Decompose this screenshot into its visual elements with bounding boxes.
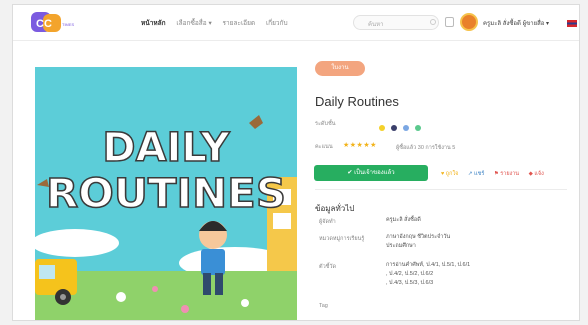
page-frame: CC TIMES หน้าหลัก เลือกซื้อสื่อ ▾ รายละเ… bbox=[12, 4, 580, 321]
info-value-line: ประถมศึกษา bbox=[386, 243, 416, 249]
star-rating-icon: ★★★★★ bbox=[343, 142, 377, 149]
info-value-line: การอ่านคำศัพท์, ป.4/1, ป.5/1, ป.6/1 bbox=[386, 262, 471, 268]
search-input[interactable]: ค้นหา bbox=[353, 15, 439, 30]
nav-link-about[interactable]: เกี่ยวกับ bbox=[266, 20, 288, 27]
info-heading: ข้อมูลทั่วไป bbox=[315, 204, 355, 213]
nav-link-home[interactable]: หน้าหลัก bbox=[141, 20, 166, 27]
nav-link-shop[interactable]: เลือกซื้อสื่อ ▾ bbox=[176, 20, 211, 27]
nav-link-details[interactable]: รายละเอียด bbox=[223, 20, 256, 27]
info-label-indicators: ตัวชี้วัด bbox=[319, 264, 337, 270]
nav-links: หน้าหลัก เลือกซื้อสื่อ ▾ รายละเอียด เกี่… bbox=[141, 18, 297, 28]
action-links: ♥ ถูกใจ ↗ แชร์ ⚑ รายงาน ◆ แจ้ง bbox=[441, 170, 552, 178]
report-button[interactable]: ⚑ รายงาน bbox=[494, 171, 519, 177]
logo-subtext: TIMES bbox=[62, 22, 75, 27]
info-value-category: ภาษาอังกฤษ ชีวิตประจำวัน ประถมศึกษา bbox=[386, 233, 450, 251]
cart-icon[interactable] bbox=[445, 17, 454, 27]
info-label-tag: Tag bbox=[319, 303, 328, 309]
info-value-author: ครูมะลิ สั่งซื้อดี bbox=[386, 216, 421, 225]
grade-dots bbox=[379, 118, 427, 136]
divider bbox=[315, 189, 567, 190]
info-label-category: หมวดหมู่การเรียนรู้ bbox=[319, 236, 365, 242]
purchase-count: ผู้ซื้อแล้ว 30 การใช้งาน 5 bbox=[396, 145, 456, 151]
cover-title-line1: DAILY bbox=[102, 125, 230, 171]
info-value-line[interactable]: ครูมะลิ สั่งซื้อดี bbox=[386, 216, 421, 225]
info-value-line: , ป.4/3, ป.5/3, ป.6/3 bbox=[386, 280, 434, 286]
avatar[interactable] bbox=[460, 13, 478, 31]
grade-dot bbox=[391, 125, 397, 131]
info-value-indicators: การอ่านคำศัพท์, ป.4/1, ป.5/1, ป.6/1 , ป.… bbox=[386, 261, 470, 288]
info-value-line: ภาษาอังกฤษ ชีวิตประจำวัน bbox=[386, 234, 451, 240]
notify-button[interactable]: ◆ แจ้ง bbox=[529, 171, 544, 177]
language-flag-icon[interactable] bbox=[567, 20, 577, 27]
product-cover-image: DAILY ROUTINES bbox=[35, 67, 297, 320]
cover-title-line2: ROUTINES bbox=[46, 171, 286, 217]
owned-button[interactable]: ✔ เป็นเจ้าของแล้ว bbox=[314, 165, 428, 181]
share-button[interactable]: ↗ แชร์ bbox=[468, 171, 484, 177]
info-label-author: ผู้จัดทำ bbox=[319, 219, 336, 225]
search-icon[interactable] bbox=[430, 19, 436, 25]
grade-dot bbox=[403, 125, 409, 131]
user-menu[interactable]: ครูมะลิ สั่งซื้อดี ผู้ขายสื่อ ▾ bbox=[483, 18, 549, 28]
top-navigation: CC TIMES หน้าหลัก เลือกซื้อสื่อ ▾ รายละเ… bbox=[13, 5, 579, 41]
grade-dot bbox=[415, 125, 421, 131]
logo-text: CC bbox=[36, 18, 52, 30]
rating-label: คะแนน bbox=[315, 144, 333, 150]
like-button[interactable]: ♥ ถูกใจ bbox=[441, 171, 458, 177]
category-badge: ใบงาน bbox=[315, 61, 365, 76]
grade-label: ระดับชั้น bbox=[315, 121, 336, 127]
site-logo[interactable]: CC TIMES bbox=[31, 11, 75, 33]
info-value-line: , ป.4/2, ป.5/2, ป.6/2 bbox=[386, 271, 434, 277]
product-title: Daily Routines bbox=[315, 94, 399, 109]
grade-dot bbox=[379, 125, 385, 131]
